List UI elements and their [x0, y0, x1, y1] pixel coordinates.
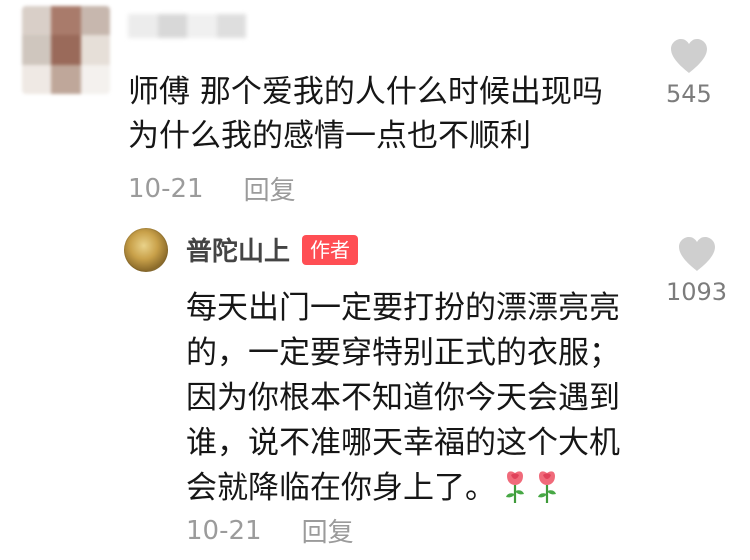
avatar-mosaic-tile	[51, 64, 81, 94]
avatar-mosaic-tile	[80, 6, 110, 36]
author-badge: 作者	[302, 234, 359, 265]
avatar-mosaic-tile	[51, 35, 81, 65]
heart-icon	[678, 237, 715, 271]
comment-meta: 10-21 回复	[128, 170, 296, 207]
rose-icon	[538, 471, 556, 503]
reply-date: 10-21	[186, 515, 262, 546]
heart-icon	[670, 39, 707, 73]
reply-meta: 10-21 回复	[186, 512, 354, 549]
comment-date: 10-21	[128, 173, 204, 204]
comment-thread: 师傅 那个爱我的人什么时候出现吗 为什么我的感情一点也不顺利 10-21 回复 …	[0, 0, 750, 560]
avatar-mosaic-tile	[22, 6, 52, 36]
avatar-mosaic-tile	[22, 35, 52, 65]
comment-like-button[interactable]: 545	[666, 38, 712, 108]
comment-reply-button[interactable]: 回复	[244, 170, 296, 207]
reply-author-row: 普陀山上 作者	[186, 231, 359, 268]
comment-text: 师傅 那个爱我的人什么时候出现吗 为什么我的感情一点也不顺利	[128, 74, 603, 154]
avatar-mosaic-tile	[22, 64, 52, 94]
reply-like-button[interactable]: 1093	[666, 236, 727, 306]
avatar-mosaic-tile	[80, 64, 110, 94]
avatar-mosaic-tile	[51, 6, 81, 36]
reply-reply-button[interactable]: 回复	[302, 512, 354, 549]
reply-author-name[interactable]: 普陀山上	[186, 231, 290, 268]
reply-text: 每天出门一定要打扮的漂漂亮亮 的，一定要穿特别正式的衣服； 因为你根本不知道你今…	[186, 286, 646, 511]
commenter-avatar[interactable]	[22, 6, 110, 94]
rose-icon	[506, 471, 524, 503]
reply-like-count: 1093	[666, 278, 728, 306]
commenter-username-blurred[interactable]	[128, 14, 246, 38]
comment-like-count: 545	[666, 80, 712, 108]
reply-author-avatar[interactable]	[124, 228, 168, 272]
avatar-mosaic-tile	[80, 35, 110, 65]
